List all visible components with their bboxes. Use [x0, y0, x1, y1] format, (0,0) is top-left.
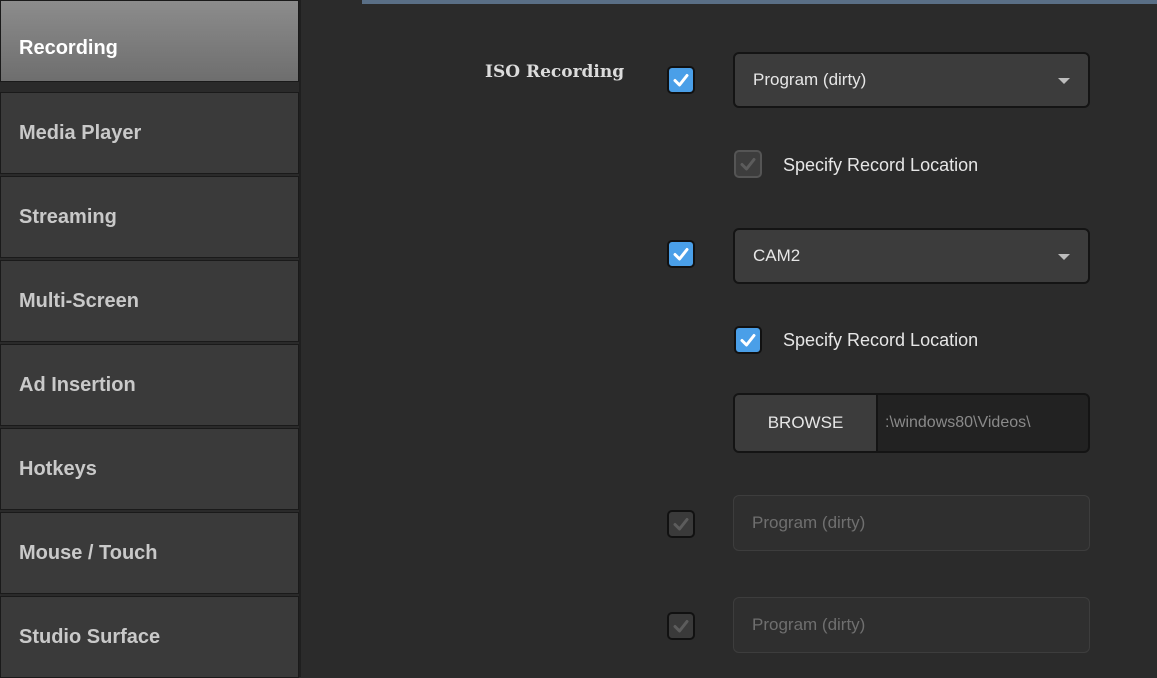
sidebar-item-label: Recording [19, 37, 118, 59]
iso-2-specify-location-checkbox[interactable] [734, 326, 762, 354]
iso-3-source-dropdown[interactable]: Program (dirty) [733, 495, 1090, 551]
header-accent-bar [362, 0, 1157, 4]
sidebar-item-mouse-touch[interactable]: Mouse / Touch [0, 512, 299, 594]
sidebar-item-streaming[interactable]: Streaming [0, 176, 299, 258]
iso-2-source-dropdown[interactable]: CAM2 [733, 228, 1090, 284]
iso-2-checkbox[interactable] [667, 240, 695, 268]
sidebar-item-label: Media Player [19, 121, 142, 144]
checkmark-icon [740, 158, 756, 171]
sidebar-item-hotkeys[interactable]: Hotkeys [0, 428, 299, 510]
sidebar-item-label: Streaming [19, 205, 117, 228]
sidebar-item-media-player[interactable]: Media Player [0, 92, 299, 174]
specify-location-label: Specify Record Location [783, 330, 979, 350]
checkmark-icon [740, 334, 756, 347]
iso-4-checkbox[interactable] [667, 612, 695, 640]
specify-location-label: Specify Record Location [783, 155, 979, 175]
chevron-down-icon [1058, 78, 1070, 84]
sidebar-item-multi-screen[interactable]: Multi-Screen [0, 260, 299, 342]
dropdown-value: Program (dirty) [753, 70, 867, 89]
sidebar-item-ad-insertion[interactable]: Ad Insertion [0, 344, 299, 426]
sidebar-item-recording[interactable]: Recording [0, 0, 299, 82]
checkmark-icon [673, 518, 689, 531]
checkmark-icon [673, 74, 689, 87]
record-location-group: BROWSE :\windows80\Videos\ [733, 393, 1090, 453]
sidebar-item-studio-surface[interactable]: Studio Surface [0, 596, 299, 678]
sidebar-item-label: Studio Surface [19, 625, 161, 648]
checkmark-icon [673, 248, 689, 261]
sidebar-divider [299, 0, 301, 677]
iso-3-checkbox[interactable] [667, 510, 695, 538]
settings-sidebar: Recording Media Player Streaming Multi-S… [0, 0, 301, 678]
iso-4-source-dropdown[interactable]: Program (dirty) [733, 597, 1090, 653]
sidebar-item-label: Hotkeys [19, 457, 97, 480]
dropdown-value: Program (dirty) [752, 513, 866, 532]
iso-1-specify-location-checkbox[interactable] [734, 150, 762, 178]
sidebar-item-label: Ad Insertion [19, 373, 136, 396]
browse-button[interactable]: BROWSE [735, 395, 878, 451]
dropdown-value: CAM2 [753, 246, 801, 265]
checkmark-icon [673, 620, 689, 633]
iso-1-checkbox[interactable] [667, 66, 695, 94]
record-location-path: :\windows80\Videos\ [885, 414, 1031, 431]
sidebar-item-label: Mouse / Touch [19, 541, 158, 564]
dropdown-value: Program (dirty) [752, 615, 866, 634]
sidebar-item-label: Multi-Screen [19, 289, 140, 312]
iso-recording-label: ISO Recording [485, 62, 625, 82]
iso-1-source-dropdown[interactable]: Program (dirty) [733, 52, 1090, 108]
chevron-down-icon [1058, 254, 1070, 260]
